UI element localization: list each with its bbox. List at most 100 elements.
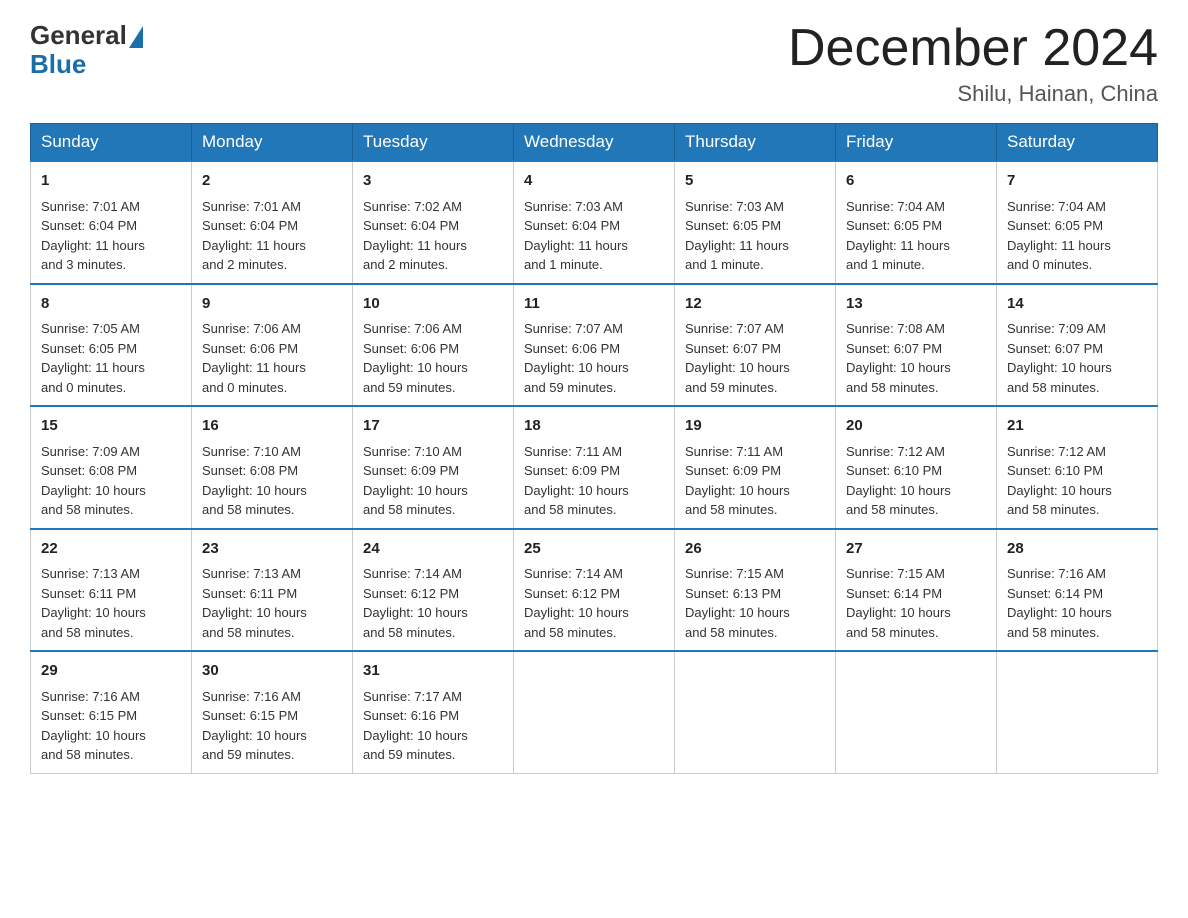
table-row: 13 Sunrise: 7:08 AM Sunset: 6:07 PM Dayl…	[836, 284, 997, 407]
sunset-info: Sunset: 6:06 PM	[524, 341, 620, 356]
sunrise-info: Sunrise: 7:11 AM	[685, 444, 783, 459]
sunset-info: Sunset: 6:09 PM	[363, 463, 459, 478]
day-number: 12	[685, 293, 825, 316]
daylight-minutes: and 59 minutes.	[685, 380, 778, 395]
daylight-info: Daylight: 10 hours	[41, 605, 146, 620]
sunset-info: Sunset: 6:04 PM	[41, 218, 137, 233]
day-number: 3	[363, 170, 503, 193]
sunrise-info: Sunrise: 7:05 AM	[41, 321, 140, 336]
sunrise-info: Sunrise: 7:16 AM	[41, 689, 140, 704]
daylight-minutes: and 59 minutes.	[202, 747, 295, 762]
day-number: 2	[202, 170, 342, 193]
day-number: 26	[685, 538, 825, 561]
sunset-info: Sunset: 6:05 PM	[41, 341, 137, 356]
table-row	[836, 651, 997, 773]
table-row: 12 Sunrise: 7:07 AM Sunset: 6:07 PM Dayl…	[675, 284, 836, 407]
day-number: 9	[202, 293, 342, 316]
daylight-info: Daylight: 10 hours	[363, 483, 468, 498]
header-saturday: Saturday	[997, 124, 1158, 162]
sunset-info: Sunset: 6:12 PM	[363, 586, 459, 601]
daylight-minutes: and 1 minute.	[846, 257, 925, 272]
table-row: 22 Sunrise: 7:13 AM Sunset: 6:11 PM Dayl…	[31, 529, 192, 652]
day-number: 22	[41, 538, 181, 561]
sunrise-info: Sunrise: 7:16 AM	[1007, 566, 1106, 581]
table-row: 10 Sunrise: 7:06 AM Sunset: 6:06 PM Dayl…	[353, 284, 514, 407]
daylight-minutes: and 3 minutes.	[41, 257, 126, 272]
table-row: 21 Sunrise: 7:12 AM Sunset: 6:10 PM Dayl…	[997, 406, 1158, 529]
daylight-info: Daylight: 10 hours	[524, 483, 629, 498]
sunset-info: Sunset: 6:09 PM	[685, 463, 781, 478]
daylight-info: Daylight: 10 hours	[685, 360, 790, 375]
daylight-info: Daylight: 10 hours	[363, 605, 468, 620]
sunset-info: Sunset: 6:08 PM	[202, 463, 298, 478]
sunrise-info: Sunrise: 7:11 AM	[524, 444, 622, 459]
sunrise-info: Sunrise: 7:15 AM	[685, 566, 784, 581]
daylight-info: Daylight: 10 hours	[524, 605, 629, 620]
sunset-info: Sunset: 6:07 PM	[846, 341, 942, 356]
daylight-info: Daylight: 10 hours	[846, 483, 951, 498]
table-row	[675, 651, 836, 773]
day-number: 20	[846, 415, 986, 438]
daylight-minutes: and 58 minutes.	[846, 625, 939, 640]
table-row: 31 Sunrise: 7:17 AM Sunset: 6:16 PM Dayl…	[353, 651, 514, 773]
calendar-week-row: 8 Sunrise: 7:05 AM Sunset: 6:05 PM Dayli…	[31, 284, 1158, 407]
table-row: 7 Sunrise: 7:04 AM Sunset: 6:05 PM Dayli…	[997, 161, 1158, 284]
title-section: December 2024 Shilu, Hainan, China	[788, 20, 1158, 107]
daylight-info: Daylight: 10 hours	[524, 360, 629, 375]
table-row: 16 Sunrise: 7:10 AM Sunset: 6:08 PM Dayl…	[192, 406, 353, 529]
table-row: 11 Sunrise: 7:07 AM Sunset: 6:06 PM Dayl…	[514, 284, 675, 407]
daylight-minutes: and 59 minutes.	[363, 380, 456, 395]
day-number: 16	[202, 415, 342, 438]
day-number: 5	[685, 170, 825, 193]
day-number: 15	[41, 415, 181, 438]
sunrise-info: Sunrise: 7:07 AM	[685, 321, 784, 336]
sunset-info: Sunset: 6:08 PM	[41, 463, 137, 478]
sunset-info: Sunset: 6:13 PM	[685, 586, 781, 601]
daylight-minutes: and 58 minutes.	[1007, 380, 1100, 395]
table-row	[514, 651, 675, 773]
day-number: 11	[524, 293, 664, 316]
sunrise-info: Sunrise: 7:16 AM	[202, 689, 301, 704]
sunrise-info: Sunrise: 7:12 AM	[1007, 444, 1106, 459]
sunset-info: Sunset: 6:12 PM	[524, 586, 620, 601]
table-row: 14 Sunrise: 7:09 AM Sunset: 6:07 PM Dayl…	[997, 284, 1158, 407]
sunrise-info: Sunrise: 7:04 AM	[846, 199, 945, 214]
daylight-minutes: and 58 minutes.	[41, 747, 134, 762]
logo-blue-text: Blue	[30, 49, 143, 80]
sunrise-info: Sunrise: 7:06 AM	[202, 321, 301, 336]
daylight-info: Daylight: 10 hours	[1007, 483, 1112, 498]
sunset-info: Sunset: 6:15 PM	[202, 708, 298, 723]
daylight-info: Daylight: 11 hours	[41, 360, 145, 375]
day-number: 14	[1007, 293, 1147, 316]
calendar-table: Sunday Monday Tuesday Wednesday Thursday…	[30, 123, 1158, 774]
daylight-minutes: and 58 minutes.	[685, 625, 778, 640]
day-number: 23	[202, 538, 342, 561]
daylight-minutes: and 59 minutes.	[524, 380, 617, 395]
day-number: 6	[846, 170, 986, 193]
location-subtitle: Shilu, Hainan, China	[788, 81, 1158, 107]
sunrise-info: Sunrise: 7:08 AM	[846, 321, 945, 336]
logo-triangle-icon	[129, 26, 143, 48]
daylight-info: Daylight: 11 hours	[41, 238, 145, 253]
daylight-minutes: and 0 minutes.	[41, 380, 126, 395]
daylight-info: Daylight: 10 hours	[1007, 360, 1112, 375]
daylight-minutes: and 2 minutes.	[363, 257, 448, 272]
sunset-info: Sunset: 6:16 PM	[363, 708, 459, 723]
daylight-info: Daylight: 10 hours	[41, 728, 146, 743]
sunset-info: Sunset: 6:05 PM	[846, 218, 942, 233]
daylight-minutes: and 58 minutes.	[1007, 502, 1100, 517]
day-number: 10	[363, 293, 503, 316]
page-header: General Blue December 2024 Shilu, Hainan…	[30, 20, 1158, 107]
sunrise-info: Sunrise: 7:14 AM	[524, 566, 623, 581]
daylight-info: Daylight: 11 hours	[202, 360, 306, 375]
table-row: 24 Sunrise: 7:14 AM Sunset: 6:12 PM Dayl…	[353, 529, 514, 652]
table-row: 5 Sunrise: 7:03 AM Sunset: 6:05 PM Dayli…	[675, 161, 836, 284]
sunset-info: Sunset: 6:14 PM	[1007, 586, 1103, 601]
daylight-info: Daylight: 10 hours	[685, 605, 790, 620]
day-number: 13	[846, 293, 986, 316]
day-number: 30	[202, 660, 342, 683]
day-number: 29	[41, 660, 181, 683]
daylight-minutes: and 58 minutes.	[363, 502, 456, 517]
daylight-info: Daylight: 10 hours	[41, 483, 146, 498]
daylight-minutes: and 58 minutes.	[846, 502, 939, 517]
